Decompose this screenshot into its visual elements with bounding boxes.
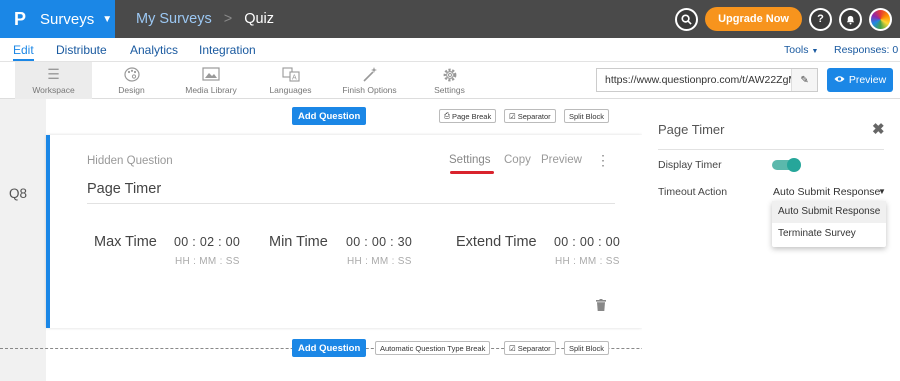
min-time-format: HH : MM : SS — [347, 256, 412, 267]
question-card[interactable]: Hidden Question Settings Copy Preview ⋮ … — [46, 135, 642, 328]
tool-media-library-label: Media Library — [185, 84, 237, 95]
tool-design-label: Design — [118, 84, 145, 95]
nav-integration[interactable]: Integration — [199, 43, 256, 57]
survey-url-field[interactable]: https://www.questionpro.com/t/AW22ZgMV ✎ — [596, 68, 818, 92]
divider — [87, 203, 615, 204]
max-time-label: Max Time — [94, 234, 157, 250]
question-number: Q8 — [9, 186, 28, 201]
extend-time-format: HH : MM : SS — [555, 256, 620, 267]
tools-menu[interactable]: Tools ▼ — [784, 44, 818, 56]
caret-down-icon: ▼ — [102, 13, 113, 25]
toggle-knob — [787, 158, 801, 172]
check-icon: ☑ — [509, 343, 516, 353]
palette-icon — [123, 66, 141, 82]
max-time-format: HH : MM : SS — [175, 256, 240, 267]
gear-icon — [441, 67, 459, 82]
display-timer-label: Display Timer — [658, 159, 722, 171]
nav-analytics[interactable]: Analytics — [130, 43, 178, 57]
tool-finish-options[interactable]: Finish Options — [331, 62, 408, 99]
tool-settings-label: Settings — [434, 84, 465, 95]
trash-icon[interactable] — [596, 298, 606, 311]
add-question-button[interactable]: Add Question — [292, 339, 367, 357]
timeout-action-dropdown: Auto Submit Response Terminate Survey — [772, 201, 886, 247]
page-break-label: Page Break — [452, 111, 492, 121]
upgrade-now-button[interactable]: Upgrade Now — [705, 7, 802, 31]
nav-edit[interactable]: Edit — [13, 43, 34, 61]
product-name: Surveys — [40, 10, 95, 28]
separator-label: Separator — [517, 343, 551, 353]
extend-time-label: Extend Time — [456, 234, 537, 250]
block-toolbar-bottom: Add Question Automatic Question Type Bre… — [0, 338, 900, 358]
questionpro-logo: P — [14, 8, 27, 29]
bell-icon[interactable] — [839, 7, 862, 31]
tool-languages[interactable]: A Languages — [252, 62, 329, 99]
add-question-button[interactable]: Add Question — [292, 107, 367, 125]
option-terminate-survey[interactable]: Terminate Survey — [772, 223, 886, 245]
translate-icon: A — [281, 66, 300, 82]
timeout-action-label: Timeout Action — [658, 186, 728, 198]
preview-label: Preview — [848, 74, 887, 86]
survey-url-text: https://www.questionpro.com/t/AW22ZgMV — [605, 74, 792, 86]
question-type-label: Hidden Question — [87, 155, 173, 167]
preview-button[interactable]: Preview — [827, 68, 893, 92]
question-preview-link[interactable]: Preview — [541, 154, 582, 166]
check-icon: ☑ — [509, 111, 516, 121]
top-bar: P Surveys ▼ My Surveys > Quiz Upgrade No… — [0, 0, 900, 38]
question-settings-panel: Page Timer ✖ Display Timer Timeout Actio… — [642, 99, 900, 381]
pencil-icon[interactable]: ✎ — [791, 69, 817, 91]
split-block-button[interactable]: Split Block — [564, 109, 610, 123]
divider — [658, 149, 884, 150]
top-actions: Upgrade Now ? — [675, 0, 892, 38]
image-icon — [202, 66, 220, 82]
tools-label: Tools — [784, 44, 809, 56]
block-toolbar-top: Add Question ⎙ Page Break ☑ Separator Spli… — [46, 106, 642, 126]
responses-count[interactable]: Responses: 0 — [834, 44, 898, 56]
eye-icon — [834, 74, 845, 86]
tool-languages-label: Languages — [269, 84, 312, 95]
timeout-action-select[interactable]: Auto Submit Response — [773, 186, 880, 198]
color-wheel-icon[interactable] — [869, 7, 892, 31]
breadcrumb: My Surveys > Quiz — [136, 0, 274, 38]
separator-label: Separator — [517, 111, 551, 121]
extend-time-value[interactable]: 00 : 00 : 00 — [554, 235, 620, 249]
tool-workspace[interactable]: ☰ Workspace — [15, 62, 92, 99]
tool-workspace-label: Workspace — [32, 84, 75, 95]
breadcrumb-my-surveys[interactable]: My Surveys — [136, 11, 212, 27]
svg-text:A: A — [292, 74, 297, 81]
page-break-icon: ⎙ — [444, 111, 450, 120]
close-icon[interactable]: ✖ — [872, 120, 885, 138]
tool-media-library[interactable]: Media Library — [172, 62, 250, 99]
search-icon[interactable] — [675, 7, 699, 31]
max-time-value[interactable]: 00 : 02 : 00 — [174, 235, 240, 249]
settings-highlight-underline — [450, 171, 494, 174]
question-copy-link[interactable]: Copy — [504, 154, 531, 166]
separator-button[interactable]: ☑ Separator — [504, 341, 556, 355]
display-timer-toggle[interactable] — [772, 158, 801, 172]
tool-design[interactable]: Design — [93, 62, 170, 99]
more-options-icon[interactable]: ⋮ — [596, 152, 610, 169]
main-nav: Edit Distribute Analytics Integration To… — [0, 38, 900, 62]
caret-down-icon: ▼ — [811, 48, 819, 55]
page-break-button[interactable]: ⎙ Page Break — [439, 109, 497, 123]
tool-finish-options-label: Finish Options — [342, 84, 397, 95]
min-time-label: Min Time — [269, 234, 328, 250]
list-icon: ☰ — [47, 65, 60, 82]
chevron-right-icon: > — [223, 11, 233, 27]
automatic-question-type-break-button[interactable]: Automatic Question Type Break — [375, 341, 491, 355]
caret-down-icon[interactable]: ▼ — [878, 187, 886, 196]
split-block-button[interactable]: Split Block — [564, 341, 610, 355]
nav-distribute[interactable]: Distribute — [56, 43, 107, 57]
tool-settings[interactable]: Settings — [411, 62, 488, 99]
breadcrumb-survey-name: Quiz — [244, 11, 275, 27]
min-time-value[interactable]: 00 : 00 : 30 — [346, 235, 412, 249]
panel-title: Page Timer — [658, 122, 725, 137]
question-title[interactable]: Page Timer — [87, 181, 161, 197]
help-icon[interactable]: ? — [809, 7, 832, 31]
magic-wand-icon — [361, 66, 379, 82]
option-auto-submit-response[interactable]: Auto Submit Response — [772, 201, 886, 223]
separator-button[interactable]: ☑ Separator — [504, 109, 556, 123]
question-settings-link[interactable]: Settings — [449, 154, 491, 166]
product-switcher[interactable]: P Surveys ▼ — [0, 0, 115, 38]
